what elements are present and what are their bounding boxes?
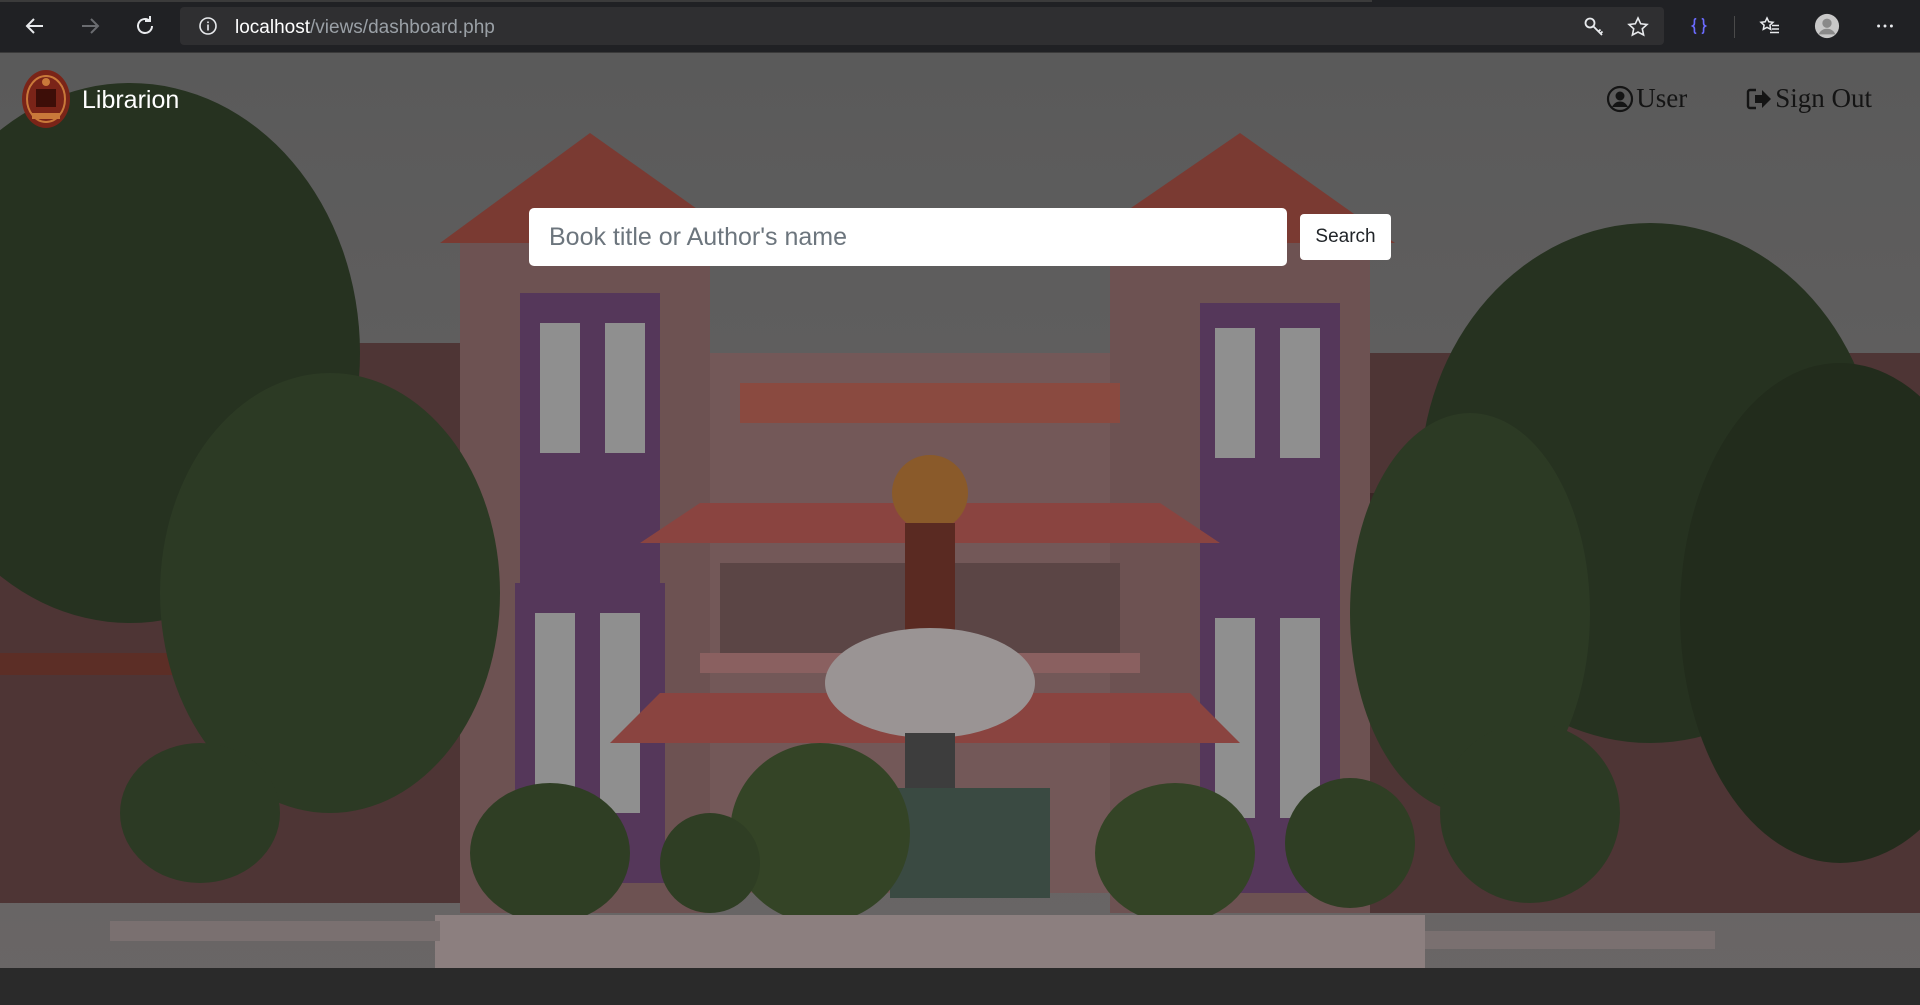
- url-text[interactable]: localhost/views/dashboard.php: [235, 17, 495, 39]
- profile-button[interactable]: [1814, 13, 1840, 39]
- user-link[interactable]: User: [1606, 83, 1687, 114]
- address-bar[interactable]: localhost/views/dashboard.php: [180, 7, 1664, 45]
- user-circle-icon: [1607, 85, 1634, 112]
- brand[interactable]: Librarion: [20, 69, 179, 131]
- user-nav: User Sign Out: [1606, 83, 1872, 114]
- extension-button[interactable]: [1686, 13, 1712, 39]
- sign-out-icon: [1747, 88, 1772, 109]
- favorites-list-icon: [1759, 16, 1779, 34]
- info-icon[interactable]: [198, 16, 218, 36]
- browser-toolbar: localhost/views/dashboard.php: [0, 0, 1920, 53]
- dark-overlay: [0, 53, 1920, 1005]
- more-icon: [1877, 24, 1893, 28]
- search-form: Search: [529, 208, 1391, 266]
- key-icon[interactable]: [1582, 15, 1606, 39]
- search-button[interactable]: Search: [1300, 214, 1391, 260]
- arrow-right-icon: [82, 18, 100, 34]
- search-input[interactable]: [529, 208, 1287, 266]
- dashboard-page: Librarion User Sign Out Search: [0, 53, 1920, 1005]
- toolbar-separator: [1734, 16, 1735, 38]
- favorites-button[interactable]: [1757, 13, 1783, 39]
- braces-extension-icon: [1690, 17, 1708, 35]
- forward-button[interactable]: [76, 12, 104, 40]
- university-emblem-logo: [22, 70, 70, 128]
- back-button[interactable]: [21, 12, 49, 40]
- more-button[interactable]: [1872, 13, 1898, 39]
- star-icon[interactable]: [1626, 15, 1650, 39]
- tab-strip-edge: [0, 0, 1372, 2]
- arrow-left-icon: [25, 18, 43, 34]
- user-link-label: User: [1636, 83, 1688, 113]
- brand-name[interactable]: Librarion: [82, 86, 179, 115]
- sign-out-label: Sign Out: [1775, 83, 1872, 113]
- url-host: localhost: [235, 17, 310, 38]
- reload-button[interactable]: [131, 12, 159, 40]
- reload-icon: [137, 16, 153, 34]
- sign-out-link[interactable]: Sign Out: [1745, 83, 1872, 114]
- url-path: /views/dashboard.php: [310, 17, 495, 38]
- profile-avatar-icon: [1814, 13, 1840, 39]
